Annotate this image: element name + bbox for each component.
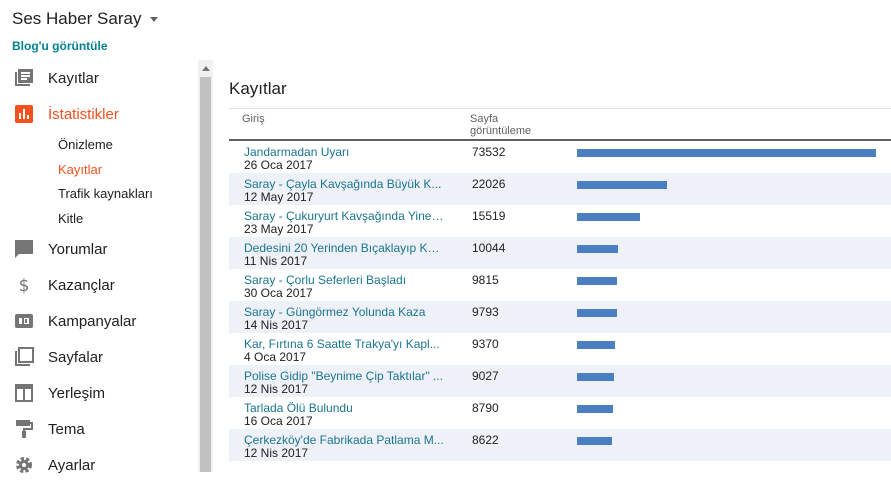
post-date: 4 Oca 2017 [244, 350, 307, 364]
post-date: 14 Nis 2017 [244, 318, 309, 332]
table-row: Kar, Fırtına 6 Saatte Trakya'yı Kapl... 4… [229, 333, 891, 365]
pages-icon [14, 347, 34, 367]
chevron-down-icon[interactable] [150, 17, 159, 22]
scrollbar-thumb[interactable] [200, 77, 211, 472]
sidebar-item-posts[interactable]: Kayıtlar [0, 62, 196, 94]
table-row: Saray - Çayla Kavşağında Büyük K... 12 Ma… [229, 173, 891, 205]
dollar-icon: $ [14, 275, 34, 295]
pageview-count: 15519 [472, 209, 506, 223]
sidebar-item-theme[interactable]: Tema [0, 413, 196, 445]
subnav-item-traffic-sources[interactable]: Trafik kaynakları [58, 186, 153, 201]
pageview-bar [577, 277, 617, 285]
table-row: Saray - Çorlu Seferleri Başladı 30 Oca 20… [229, 269, 891, 301]
pageview-count: 10044 [472, 241, 506, 255]
sidebar-item-layout[interactable]: Yerleşim [0, 377, 196, 409]
post-title-link[interactable]: Dedesini 20 Yerinden Bıçaklayıp Ku... [244, 241, 444, 255]
post-date: 16 Oca 2017 [244, 414, 313, 428]
sidebar-item-label: Kampanyalar [48, 312, 137, 330]
sidebar-item-pages[interactable]: Sayfalar [0, 341, 196, 373]
sidebar-item-settings[interactable]: Ayarlar [0, 449, 196, 481]
subnav-item-overview[interactable]: Önizleme [58, 137, 113, 152]
posts-icon [14, 68, 34, 88]
pageview-count: 73532 [472, 145, 506, 159]
pageview-bar [577, 341, 615, 349]
gear-icon [14, 455, 34, 475]
post-date: 30 Oca 2017 [244, 286, 313, 300]
paint-roller-icon [14, 419, 34, 439]
view-blog-link[interactable]: Blog'u görüntüle [12, 39, 108, 53]
sidebar-item-stats[interactable]: İstatistikler [0, 98, 196, 130]
blog-selector[interactable]: Ses Haber Saray [12, 9, 159, 29]
pageview-bar [577, 309, 617, 317]
subnav-item-audience[interactable]: Kitle [58, 211, 83, 226]
table-row: Çerkezköy'de Fabrikada Patlama M... 12 Ni… [229, 429, 891, 461]
post-title-link[interactable]: Polise Gidip "Beynime Çip Taktılar" ... [244, 369, 444, 383]
post-date: 23 May 2017 [244, 222, 314, 236]
pageview-bar [577, 245, 618, 253]
table-row: Dedesini 20 Yerinden Bıçaklayıp Ku... 11 … [229, 237, 891, 269]
post-date: 11 Nis 2017 [244, 254, 308, 268]
pageview-bar [577, 373, 614, 381]
pageview-bar [577, 213, 640, 221]
post-title-link[interactable]: Saray - Çayla Kavşağında Büyük K... [244, 177, 444, 191]
comments-icon [14, 239, 34, 259]
layout-icon [14, 383, 34, 403]
pageview-count: 22026 [472, 177, 506, 191]
page-title: Kayıtlar [229, 79, 287, 98]
ad-icon [14, 311, 34, 331]
subnav-item-posts[interactable]: Kayıtlar [58, 162, 102, 177]
post-date: 26 Oca 2017 [244, 158, 313, 172]
sidebar-item-label: Ayarlar [48, 456, 96, 474]
table-row: Saray - Çukuryurt Kavşağında Yine ... 23 … [229, 205, 891, 237]
pageview-bar [577, 149, 876, 157]
sidebar-item-label: Yerleşim [48, 384, 105, 402]
pageview-bar [577, 181, 667, 189]
pageview-count: 9027 [472, 369, 499, 383]
table-row: Tarlada Ölü Bulundu 16 Oca 2017 8790 [229, 397, 891, 429]
pageview-bar [577, 437, 612, 445]
post-title-link[interactable]: Saray - Çorlu Seferleri Başladı [244, 273, 444, 287]
post-title-link[interactable]: Çerkezköy'de Fabrikada Patlama M... [244, 433, 444, 447]
table-row: Polise Gidip "Beynime Çip Taktılar" ... 1… [229, 365, 891, 397]
sidebar-item-comments[interactable]: Yorumlar [0, 233, 196, 265]
svg-text:$: $ [19, 276, 30, 295]
sidebar-item-earnings[interactable]: $ Kazançlar [0, 269, 196, 301]
pageview-count: 9370 [472, 337, 499, 351]
post-date: 12 Nis 2017 [244, 382, 309, 396]
pageview-count: 8790 [472, 401, 499, 415]
post-title-link[interactable]: Saray - Güngörmez Yolunda Kaza [244, 305, 444, 319]
stats-icon [14, 104, 34, 124]
column-header-entry: Giriş [242, 113, 265, 125]
sidebar-item-campaigns[interactable]: Kampanyalar [0, 305, 196, 337]
column-header-views: Sayfa görüntüleme [470, 113, 532, 137]
sidebar-item-label: Kazançlar [48, 276, 115, 294]
sidebar-item-label: Yorumlar [48, 240, 108, 258]
table-header: Giriş Sayfa görüntüleme [229, 108, 891, 141]
sidebar-item-label: İstatistikler [48, 105, 119, 123]
pageview-count: 9793 [472, 305, 499, 319]
post-date: 12 Nis 2017 [244, 446, 309, 460]
table-row: Saray - Güngörmez Yolunda Kaza 14 Nis 201… [229, 301, 891, 333]
post-title-link[interactable]: Saray - Çukuryurt Kavşağında Yine ... [244, 209, 444, 223]
sidebar-item-label: Sayfalar [48, 348, 104, 366]
post-title-link[interactable]: Jandarmadan Uyarı [244, 145, 444, 159]
pageview-count: 8622 [472, 433, 499, 447]
pageview-bar [577, 405, 613, 413]
pageview-count: 9815 [472, 273, 499, 287]
scroll-up-arrow-icon[interactable] [202, 66, 210, 71]
sidebar-item-label: Tema [48, 420, 85, 438]
post-title-link[interactable]: Tarlada Ölü Bulundu [244, 401, 444, 415]
blog-title: Ses Haber Saray [12, 9, 142, 28]
sidebar-item-label: Kayıtlar [48, 69, 99, 87]
post-title-link[interactable]: Kar, Fırtına 6 Saatte Trakya'yı Kapl... [244, 337, 444, 351]
table-row: Jandarmadan Uyarı 26 Oca 2017 73532 [229, 141, 891, 173]
post-date: 12 May 2017 [244, 190, 314, 204]
